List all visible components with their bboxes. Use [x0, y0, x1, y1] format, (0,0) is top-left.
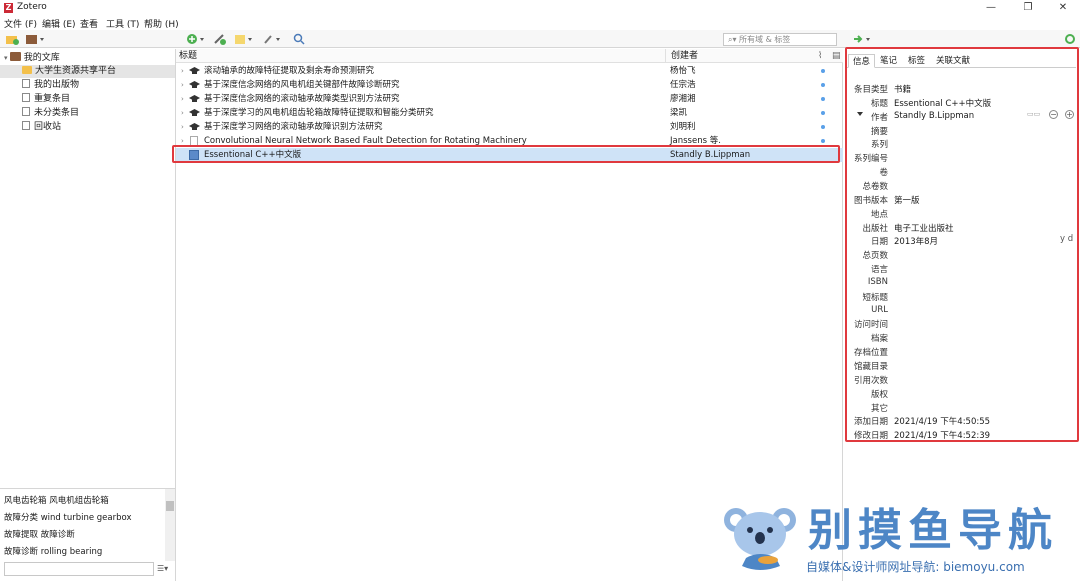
expand-icon[interactable]: › [181, 78, 184, 92]
item-row[interactable]: › 基于深度学习的风电机组齿轮箱故障特征提取和智能分类研究 梁凯 [176, 106, 843, 120]
folder-icon [22, 66, 32, 74]
attachment-dot-icon [821, 97, 825, 101]
column-title[interactable]: 标题 [179, 49, 197, 63]
expand-icon[interactable]: › [181, 64, 184, 78]
attachment-dot-icon [821, 69, 825, 73]
attachment-dot-icon [821, 111, 825, 115]
new-item-icon[interactable] [186, 33, 208, 45]
new-collection-icon[interactable] [5, 33, 19, 45]
tag-row[interactable]: 故障诊断 rolling bearing [4, 545, 102, 557]
unfiled-icon [22, 107, 30, 116]
attachment-dot-icon [821, 139, 825, 143]
column-creator[interactable]: 创建者 [665, 49, 698, 63]
watermark-title: 别摸鱼导航 [808, 505, 1058, 556]
attachment-dot-icon [821, 83, 825, 87]
tag-scrollbar[interactable] [165, 489, 175, 561]
trash-icon [22, 121, 30, 130]
tag-actions-icon[interactable]: ☰▾ [157, 564, 168, 573]
menu-view[interactable]: 查看 [80, 17, 98, 30]
scroll-thumb[interactable] [166, 501, 174, 511]
expand-icon[interactable]: › [181, 106, 184, 120]
expand-icon[interactable]: › [181, 120, 184, 134]
library-root[interactable]: ▾ 我的文库 [4, 52, 60, 65]
highlight-box-selected-item [172, 145, 840, 163]
attachment-column-icon[interactable]: ⌇ [818, 49, 822, 63]
duplicates-icon [22, 93, 30, 102]
thesis-icon [189, 67, 200, 74]
collection-item-shared-platform[interactable]: 大学生资源共享平台 [0, 65, 175, 78]
tag-row[interactable]: 故障提取 故障诊断 [4, 528, 75, 540]
expand-icon[interactable]: › [181, 92, 184, 106]
attachment-dot-icon [821, 125, 825, 129]
item-row[interactable]: › 基于深度学习网络的滚动轴承故障识别方法研究 刘明利 [176, 120, 843, 134]
item-row[interactable]: › 基于深度信念网络的风电机组关键部件故障诊断研究 任宗浩 [176, 78, 843, 92]
thesis-icon [189, 123, 200, 130]
menu-help[interactable]: 帮助 (H) [144, 17, 179, 30]
thesis-icon [189, 109, 200, 116]
publications-icon [22, 79, 30, 88]
search-icon: ⌕▾ [728, 35, 740, 44]
tag-row[interactable]: 风电齿轮箱 风电机组齿轮箱 [4, 494, 109, 506]
tag-row[interactable]: 故障分类 wind turbine gearbox [4, 511, 131, 523]
advanced-search-icon[interactable] [293, 33, 305, 45]
menu-edit[interactable]: 编辑 (E) [42, 17, 76, 30]
highlight-box-info-pane [845, 47, 1079, 442]
new-note-icon[interactable] [234, 33, 256, 45]
item-row[interactable]: › 滚动轴承的故障特征提取及剩余寿命预测研究 杨怡飞 [176, 64, 843, 78]
add-by-identifier-icon[interactable] [213, 33, 227, 45]
collection-item-duplicates[interactable]: 重复条目 [22, 93, 70, 106]
menu-file[interactable]: 文件 (F) [4, 17, 37, 30]
item-row[interactable]: › 基于深度信念网络的滚动轴承故障类型识别方法研究 廖湘湘 [176, 92, 843, 106]
attachment-icon[interactable] [262, 33, 284, 45]
menu-tools[interactable]: 工具 (T) [106, 17, 139, 30]
new-library-icon[interactable] [25, 33, 47, 45]
koala-mascot-icon [724, 508, 796, 570]
search-input[interactable]: ⌕▾ 所有域 & 标签 [723, 33, 837, 46]
collection-item-unfiled[interactable]: 未分类条目 [22, 107, 79, 120]
items-header: 标题 创建者 ⌇ ▤ [176, 49, 843, 63]
column-picker-icon[interactable]: ▤ [832, 49, 841, 63]
window-title: Zotero [17, 2, 47, 12]
thesis-icon [189, 95, 200, 102]
collection-item-my-publications[interactable]: 我的出版物 [22, 79, 79, 92]
library-icon [9, 52, 21, 61]
watermark-subtitle: 自媒体&设计师网址导航: biemoyu.com [806, 560, 1025, 574]
thesis-icon [189, 81, 200, 88]
tag-filter-input[interactable] [4, 562, 154, 576]
collapse-icon: ▾ [4, 54, 10, 62]
zotero-logo-icon: Z [4, 3, 13, 13]
collection-item-trash[interactable]: 回收站 [22, 121, 61, 134]
watermark: 别摸鱼导航 自媒体&设计师网址导航: biemoyu.com [720, 492, 1080, 581]
tag-selector: 风电齿轮箱 风电机组齿轮箱 故障分类 wind turbine gearbox … [0, 488, 176, 581]
